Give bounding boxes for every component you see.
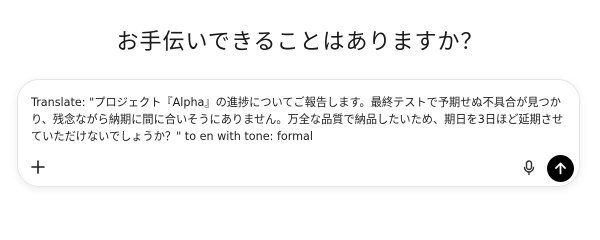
arrow-up-icon <box>555 162 566 175</box>
send-button[interactable] <box>547 155 574 182</box>
prompt-composer: Translate: "プロジェクト『Alpha』の進捗についてご報告します。最… <box>17 79 580 187</box>
voice-input-button[interactable] <box>521 159 537 177</box>
plus-icon <box>31 160 45 174</box>
page-heading: お手伝いできることはありますか？ <box>116 30 484 55</box>
prompt-input[interactable]: Translate: "プロジェクト『Alpha』の進捗についてご報告します。最… <box>31 94 569 145</box>
add-attachment-button[interactable] <box>30 159 46 175</box>
microphone-icon <box>523 160 535 176</box>
